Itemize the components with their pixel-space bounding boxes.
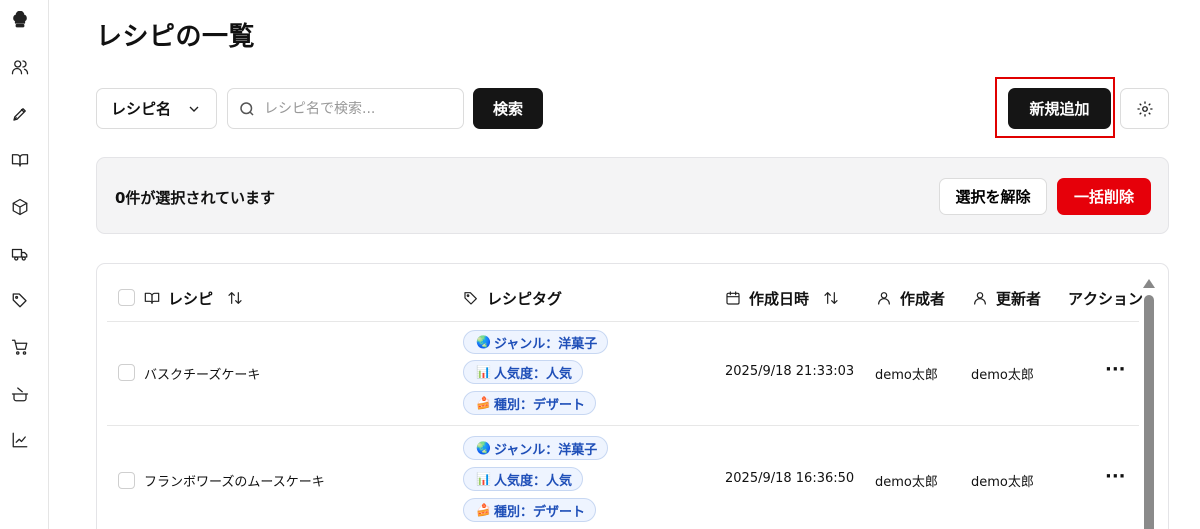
- recipe-table: レシピ レシピタグ 作成日時 作成者 更新者 アクション バスクチーズケーキ 🌏…: [96, 263, 1169, 529]
- tag-label: 種別：デザート: [493, 397, 585, 413]
- recipe-name[interactable]: フランボワーズのムースケーキ: [144, 471, 325, 490]
- add-new-button[interactable]: 新規追加: [1008, 88, 1111, 129]
- box-icon[interactable]: [9, 196, 31, 218]
- cake-icon: 🍰: [476, 396, 491, 410]
- book-open-icon: [144, 292, 160, 304]
- chart-line-icon[interactable]: [9, 429, 31, 451]
- user-icon: [878, 292, 890, 305]
- scroll-up-arrow[interactable]: [1143, 279, 1155, 288]
- globe-icon: 🌏: [476, 441, 491, 455]
- cake-icon: 🍰: [476, 503, 491, 517]
- row-actions-menu[interactable]: ···: [1105, 466, 1126, 487]
- select-all-checkbox[interactable]: [118, 289, 135, 306]
- tags-icon: [464, 292, 477, 305]
- recipe-tag: 📊 人気度：人気: [463, 360, 583, 384]
- created-at: 2025/9/18 16:36:50: [725, 471, 855, 486]
- updater: demo太郎: [971, 475, 1034, 490]
- truck-icon[interactable]: [9, 243, 31, 265]
- header-tags-label: レシピタグ: [487, 289, 563, 308]
- users-icon[interactable]: [9, 56, 31, 78]
- recipe-tag: 🌏 ジャンル：洋菓子: [463, 436, 609, 460]
- chef-hat-icon[interactable]: [9, 9, 31, 31]
- recipe-tag: 🍰 種別：デザート: [463, 391, 596, 415]
- scrollbar-thumb[interactable]: [1144, 295, 1154, 529]
- bar-chart-icon: 📊: [476, 365, 491, 379]
- tag-label: 種別：デザート: [493, 504, 585, 520]
- pen-icon[interactable]: [9, 103, 31, 125]
- gear-icon: [1137, 101, 1152, 116]
- header-updater: 更新者: [972, 287, 1041, 309]
- row-divider: [107, 425, 1139, 426]
- header-created-at-label: 作成日時: [749, 289, 810, 308]
- search-field-select[interactable]: レシピ名: [96, 88, 217, 129]
- search-box[interactable]: [227, 88, 464, 129]
- row-checkbox[interactable]: [118, 472, 135, 489]
- globe-icon: 🌏: [476, 335, 491, 349]
- header-creator-label: 作成者: [900, 289, 946, 308]
- tag-label: ジャンル：洋菓子: [493, 442, 598, 458]
- chevron-down-icon: [189, 106, 199, 112]
- deselect-button[interactable]: 選択を解除: [939, 178, 1047, 215]
- tag-label: ジャンル：洋菓子: [493, 336, 598, 352]
- recipe-tag: 🌏 ジャンル：洋菓子: [463, 330, 609, 354]
- recipe-name[interactable]: バスクチーズケーキ: [144, 364, 260, 383]
- recipe-tag: 🍰 種別：デザート: [463, 498, 596, 522]
- created-at: 2025/9/18 21:33:03: [725, 364, 855, 379]
- bulk-delete-button[interactable]: 一括削除: [1057, 178, 1151, 215]
- header-actions: アクション: [1068, 287, 1143, 309]
- creator: demo太郎: [875, 368, 938, 383]
- cart-icon[interactable]: [9, 336, 31, 358]
- header-updater-label: 更新者: [996, 289, 1042, 308]
- user-icon: [974, 292, 986, 305]
- sort-icon[interactable]: [227, 290, 243, 306]
- header-divider: [107, 321, 1139, 322]
- cooking-pot-icon[interactable]: [9, 383, 31, 405]
- selection-bar: 0件が選択されています 選択を解除 一括削除: [96, 157, 1169, 234]
- selection-count: 0件が選択されています: [115, 189, 275, 207]
- header-recipe-label: レシピ: [168, 289, 214, 308]
- search-icon: [240, 101, 254, 116]
- calendar-icon: [726, 291, 740, 305]
- row-checkbox[interactable]: [118, 364, 135, 381]
- search-field-select-value: レシピ名: [111, 100, 172, 118]
- bar-chart-icon: 📊: [476, 472, 491, 486]
- recipe-tag: 📊 人気度：人気: [463, 467, 583, 491]
- header-creator: 作成者: [876, 287, 945, 309]
- updater: demo太郎: [971, 368, 1034, 383]
- tag-label: 人気度：人気: [493, 473, 572, 489]
- header-tags: レシピタグ: [463, 287, 562, 309]
- header-recipe: レシピ: [144, 287, 243, 309]
- sort-icon[interactable]: [823, 290, 839, 306]
- header-created-at: 作成日時: [725, 287, 839, 309]
- creator: demo太郎: [875, 475, 938, 490]
- row-actions-menu[interactable]: ···: [1105, 359, 1126, 380]
- page-title: レシピの一覧: [96, 22, 256, 52]
- sidebar: [0, 0, 49, 529]
- search-input[interactable]: [264, 100, 454, 117]
- settings-button[interactable]: [1120, 88, 1169, 129]
- tags-icon[interactable]: [9, 289, 31, 311]
- tag-label: 人気度：人気: [493, 366, 572, 382]
- header-actions-label: アクション: [1068, 289, 1144, 308]
- book-open-icon[interactable]: [9, 149, 31, 171]
- search-button[interactable]: 検索: [473, 88, 543, 129]
